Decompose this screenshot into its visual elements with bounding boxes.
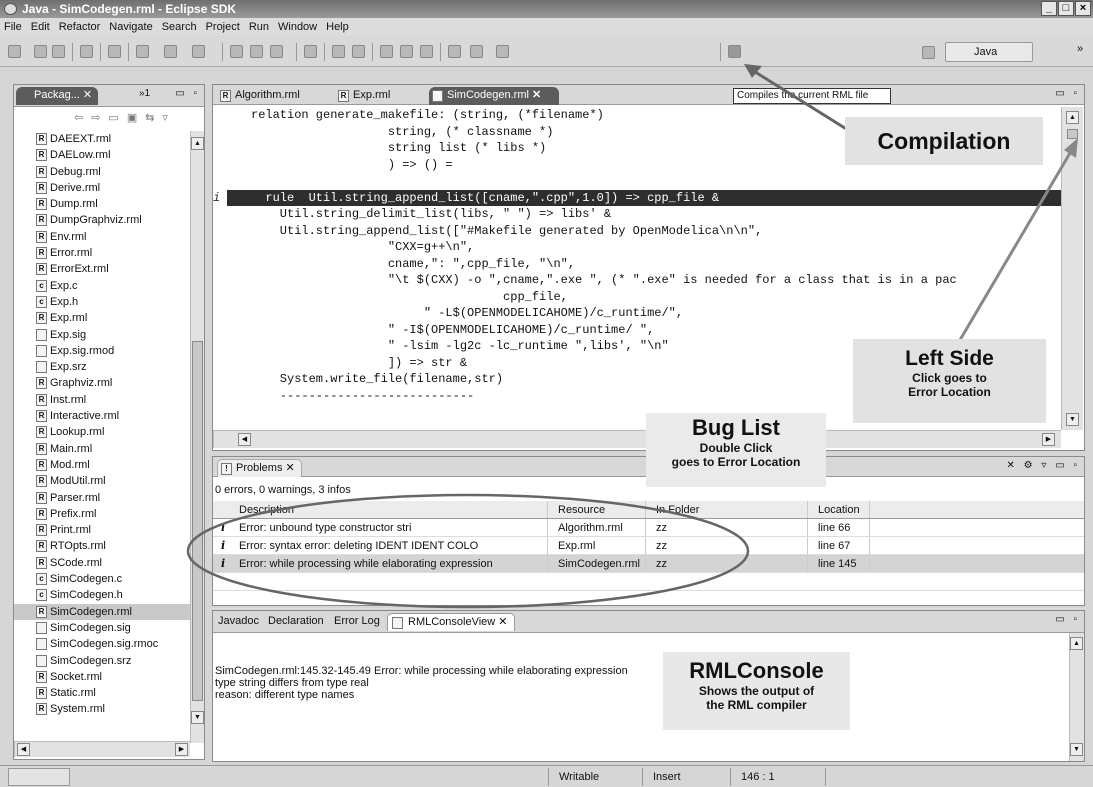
rmlconsole-callout: RMLConsole Shows the output of the RML c… — [663, 652, 850, 730]
bug-list-ellipse — [186, 493, 750, 609]
left-side-callout: Left Side Click goes to Error Location — [853, 339, 1046, 423]
bug-list-callout: Bug List Double Click goes to Error Loca… — [646, 413, 826, 487]
compilation-callout: Compilation — [845, 117, 1043, 165]
